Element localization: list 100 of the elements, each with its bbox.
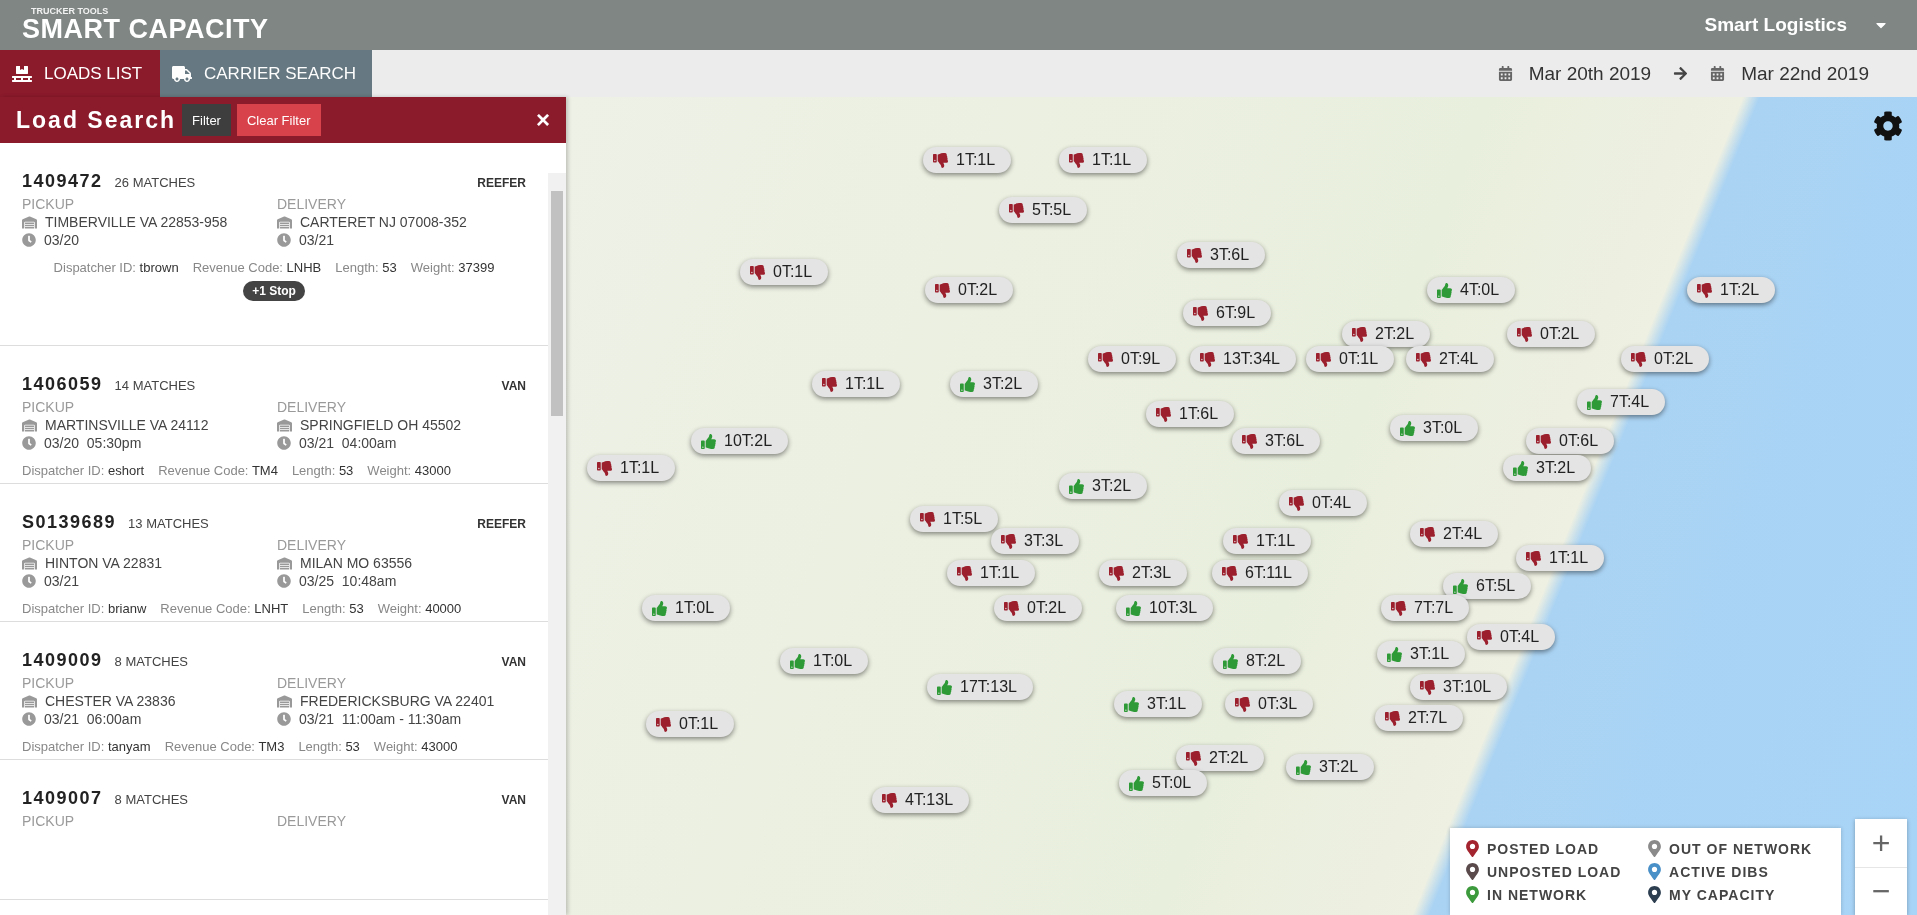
map-marker[interactable]: 17T:13L bbox=[927, 674, 1033, 700]
map-marker[interactable]: 3T:10L bbox=[1410, 674, 1508, 700]
thumbs-down-icon bbox=[1526, 550, 1541, 566]
pickup-label: PICKUP bbox=[22, 813, 76, 829]
map-marker[interactable]: 0T:6L bbox=[1526, 428, 1615, 454]
map-marker[interactable]: 8T:2L bbox=[1213, 648, 1302, 674]
start-date[interactable]: Mar 20th 2019 bbox=[1528, 62, 1652, 85]
map-marker[interactable]: 13T:34L bbox=[1190, 346, 1296, 372]
nav-tab[interactable]: CARRIER SEARCH bbox=[160, 50, 372, 97]
load-detail: Revenue Code: TM4 bbox=[158, 463, 278, 478]
zoom-in-button[interactable]: + bbox=[1855, 819, 1907, 867]
map-marker[interactable]: 2T:2L bbox=[1176, 745, 1265, 771]
map-marker[interactable]: 5T:5L bbox=[999, 197, 1088, 223]
map-marker[interactable]: 6T:9L bbox=[1183, 300, 1272, 326]
thumbs-down-icon bbox=[1289, 495, 1304, 511]
warehouse-icon bbox=[277, 693, 292, 709]
load-id: 1409009 bbox=[22, 650, 103, 671]
scrollbar-thumb[interactable] bbox=[551, 191, 563, 416]
clear-filter-button[interactable]: Clear Filter bbox=[236, 104, 321, 136]
map-marker[interactable]: 1T:6L bbox=[1146, 401, 1235, 427]
map-marker[interactable]: 7T:4L bbox=[1577, 389, 1666, 415]
settings-icon[interactable] bbox=[1873, 111, 1903, 141]
map-marker[interactable]: 1T:1L bbox=[812, 371, 901, 397]
thumbs-up-icon bbox=[701, 433, 716, 449]
map-marker[interactable]: 3T:2L bbox=[1503, 455, 1592, 481]
map-marker[interactable]: 0T:1L bbox=[1306, 346, 1395, 372]
map-marker[interactable]: 2T:7L bbox=[1375, 705, 1464, 731]
thumbs-down-icon bbox=[1156, 406, 1171, 422]
map-marker[interactable]: 6T:11L bbox=[1212, 560, 1308, 586]
map-marker[interactable]: 3T:2L bbox=[950, 371, 1039, 397]
map-marker[interactable]: 4T:13L bbox=[872, 787, 970, 813]
map-marker[interactable]: 3T:1L bbox=[1377, 641, 1466, 667]
delivery-time: 03/21 bbox=[299, 232, 335, 248]
map-marker[interactable]: 0T:3L bbox=[1225, 691, 1314, 717]
load-card[interactable]: 1409472 26 MATCHES REEFER PICKUP TIMBERVILLE VA 22853-958 03/20 DELIVERY CARTERET NJ 07008-352 03/21 Dispatcher ID: tbrown Revenue Code: LNHB Length: 53 Weight: 37399 +1 Stop bbox=[0, 143, 548, 346]
pallet-icon bbox=[12, 63, 32, 84]
warehouse-icon bbox=[22, 693, 37, 709]
map-marker[interactable]: 1T:1L bbox=[1223, 528, 1312, 554]
map-marker[interactable]: 3T:6L bbox=[1177, 242, 1266, 268]
pickup-location: TIMBERVILLE VA 22853-958 bbox=[45, 214, 228, 230]
map-marker[interactable]: 5T:0L bbox=[1119, 770, 1208, 796]
thumbs-up-icon bbox=[1124, 696, 1139, 712]
map-marker[interactable]: 10T:2L bbox=[691, 428, 789, 454]
map-marker[interactable]: 3T:6L bbox=[1232, 428, 1321, 454]
map-marker[interactable]: 2T:4L bbox=[1410, 521, 1499, 547]
map-marker[interactable]: 2T:3L bbox=[1099, 560, 1188, 586]
nav-tab[interactable]: LOADS LIST bbox=[0, 50, 160, 97]
close-button[interactable]: × bbox=[532, 106, 554, 134]
thumbs-up-icon bbox=[1437, 282, 1452, 298]
thumbs-down-icon bbox=[1233, 533, 1248, 549]
map-marker[interactable]: 1T:1L bbox=[947, 560, 1036, 586]
map-marker[interactable]: 3T:3L bbox=[991, 528, 1080, 554]
map-marker[interactable]: 1T:0L bbox=[780, 648, 869, 674]
thumbs-up-icon bbox=[1223, 653, 1238, 669]
map-marker[interactable]: 0T:2L bbox=[1507, 321, 1596, 347]
load-detail: Dispatcher ID: eshort bbox=[22, 463, 145, 478]
map-marker[interactable]: 3T:2L bbox=[1286, 754, 1375, 780]
map-marker[interactable]: 2T:2L bbox=[1342, 321, 1431, 347]
map-marker[interactable]: 4T:0L bbox=[1427, 277, 1516, 303]
map-marker[interactable]: 1T:5L bbox=[910, 506, 999, 532]
end-date[interactable]: Mar 22nd 2019 bbox=[1741, 62, 1869, 85]
map-marker[interactable]: 1T:1L bbox=[587, 455, 676, 481]
thumbs-down-icon bbox=[656, 716, 671, 732]
clock-icon bbox=[22, 574, 36, 588]
map-marker[interactable]: 1T:0L bbox=[642, 595, 731, 621]
map-marker[interactable]: 1T:1L bbox=[1059, 147, 1148, 173]
map-marker[interactable]: 1T:1L bbox=[923, 147, 1012, 173]
warehouse-icon bbox=[277, 214, 292, 230]
map-marker[interactable]: 0T:1L bbox=[646, 711, 735, 737]
load-detail: Length: 53 bbox=[291, 463, 354, 478]
map-marker[interactable]: 0T:9L bbox=[1088, 346, 1177, 372]
load-id: 1406059 bbox=[22, 374, 103, 395]
map-marker[interactable]: 3T:2L bbox=[1059, 473, 1148, 499]
map-marker[interactable]: 0T:4L bbox=[1467, 624, 1556, 650]
map-marker[interactable]: 0T:1L bbox=[740, 259, 829, 285]
scrollbar[interactable] bbox=[548, 173, 566, 915]
filter-button[interactable]: Filter bbox=[182, 104, 231, 136]
account-menu[interactable]: Smart Logistics bbox=[1698, 13, 1895, 37]
map-marker[interactable]: 6T:5L bbox=[1443, 573, 1532, 599]
map-marker[interactable]: 1T:1L bbox=[1516, 545, 1605, 571]
pickup-location: HINTON VA 22831 bbox=[45, 555, 162, 571]
map-marker[interactable]: 0T:4L bbox=[1279, 490, 1368, 516]
thumbs-down-icon bbox=[1517, 326, 1532, 342]
thumbs-down-icon bbox=[1420, 679, 1435, 695]
pickup-label: PICKUP bbox=[22, 537, 76, 553]
map-marker[interactable]: 0T:2L bbox=[994, 595, 1083, 621]
map-marker[interactable]: 1T:2L bbox=[1687, 277, 1776, 303]
thumbs-up-icon bbox=[1069, 478, 1084, 494]
delivery-location: CARTERET NJ 07008-352 bbox=[300, 214, 467, 230]
map-marker[interactable]: 0T:2L bbox=[925, 277, 1014, 303]
thumbs-down-icon bbox=[1186, 750, 1201, 766]
map-marker[interactable]: 3T:1L bbox=[1114, 691, 1203, 717]
map-marker[interactable]: 2T:4L bbox=[1406, 346, 1495, 372]
map-marker[interactable]: 0T:2L bbox=[1621, 346, 1710, 372]
map-marker[interactable]: 3T:0L bbox=[1390, 415, 1479, 441]
zoom-out-button[interactable]: − bbox=[1855, 867, 1907, 915]
equipment-type: VAN bbox=[501, 793, 526, 807]
map-marker[interactable]: 10T:3L bbox=[1116, 595, 1214, 621]
map-marker[interactable]: 7T:7L bbox=[1381, 595, 1470, 621]
pickup-time: 03/20 05:30pm bbox=[44, 435, 142, 451]
